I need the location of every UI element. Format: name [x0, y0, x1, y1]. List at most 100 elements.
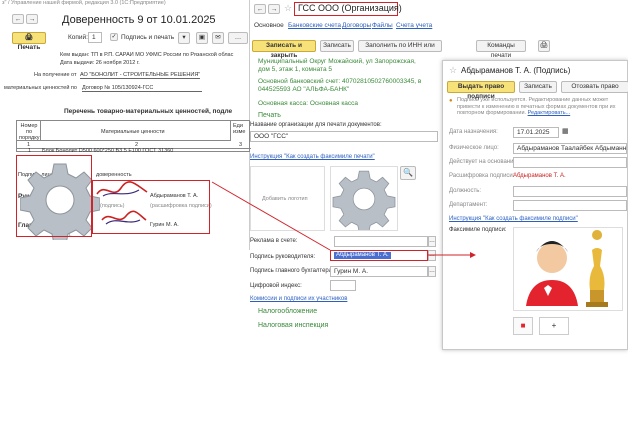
save-icon[interactable]: ▣ — [196, 32, 208, 44]
dialog-title: Абдыраманов Т. А. (Подпись) — [461, 66, 571, 75]
signature-highlight-box-2 — [92, 180, 210, 234]
doc-title: Доверенность 9 от 10.01.2025 — [62, 14, 216, 26]
cash-line[interactable]: Основная касса: Основная касса — [258, 100, 358, 107]
dialog-star-icon[interactable]: ☆ — [449, 65, 457, 76]
thumb-add-button[interactable]: + — [539, 317, 569, 335]
chief-sign-input[interactable]: Гурин М. А. — [330, 266, 428, 277]
decode-label: Расшифровка подписи: — [449, 173, 515, 179]
revoke-signature-button[interactable]: Отозвать право подпи — [561, 81, 628, 93]
org-name-label: Название организации для печати документ… — [250, 122, 382, 128]
col-header-items: Материальные ценности — [101, 129, 165, 135]
calendar-icon[interactable]: ▦ — [562, 127, 569, 135]
warning-text: Подпись уже используется. Редактирование… — [457, 97, 616, 116]
warning-icon: ● — [449, 98, 453, 104]
save-button[interactable]: Записать — [320, 40, 354, 52]
tab-contracts[interactable]: Договоры — [342, 22, 371, 29]
row1-text: Блок Бонолит D500 600*250 В3.5 F100 ГОСТ… — [42, 148, 174, 154]
left-window: з" / Управление нашей фирмой, редакция 3… — [0, 0, 251, 250]
thumb-selected[interactable]: ■ — [513, 317, 533, 335]
decode-value[interactable]: Абдыраманов Т. А. — [513, 173, 566, 179]
stamp-gear-icon — [332, 170, 396, 230]
edit-link[interactable]: Редактировать... — [528, 110, 571, 116]
middle-window: ← → ☆ ГСС ООО (Организация) Основное Бан… — [250, 0, 442, 434]
tab-files[interactable]: Файлы — [372, 22, 393, 29]
sign-checkbox[interactable]: ✓ — [110, 33, 118, 41]
logo-upload-hint: Добавить логотип — [262, 196, 308, 202]
print-commands-button[interactable]: Команды печати — [476, 40, 526, 59]
address-line-1[interactable]: Муниципальный Округ Можайский, ул Запоро… — [258, 58, 416, 65]
row1-num: 1 — [28, 148, 32, 154]
chief-sign-label: Подпись главного бухгалтера: — [250, 268, 334, 274]
tax-section[interactable]: Налогообложение — [258, 308, 317, 315]
mat-value: Договор № 105/130924-ГСС — [82, 85, 202, 92]
chief-sign-select[interactable]: … — [428, 266, 436, 277]
copies-input[interactable]: 1 — [88, 32, 102, 43]
forward-button[interactable]: → — [26, 14, 38, 24]
address-line-2: дом 5, этаж 1, комната 5 — [258, 66, 332, 73]
mw-back-button[interactable]: ← — [254, 4, 266, 14]
org-name-input[interactable]: ООО "ГСС" — [250, 131, 438, 142]
stamp-zoom-button[interactable]: 🔍 — [400, 166, 416, 180]
left-titlebar: з" / Управление нашей фирмой, редакция 3… — [2, 0, 166, 6]
cert-label: доверенность — [96, 172, 132, 178]
date-line: Дата выдачи: 26 ноября 2012 г. — [60, 60, 140, 66]
basis-label: Действует на основании: — [449, 159, 519, 165]
mat-label: материальных ценностей по — [4, 85, 77, 91]
signature-highlight-box — [16, 155, 92, 237]
bank-line-2: 044525593 АО "АЛЬФА-БАНК" — [258, 86, 350, 93]
head-sign-select[interactable]: … — [428, 250, 436, 261]
back-button[interactable]: ← — [12, 14, 24, 24]
print-section[interactable]: Печать — [258, 112, 281, 119]
basis-input[interactable] — [513, 157, 627, 168]
ad-label: Реклама в счете: — [250, 238, 298, 244]
user-award-icon — [526, 230, 608, 307]
person-input[interactable]: Абдыраманов Таалайбек Абдыманнович — [513, 143, 627, 154]
save-close-button[interactable]: Записать и закрыть — [252, 40, 316, 59]
receive-label: На получение от — [34, 72, 77, 78]
fax-instruction-link[interactable]: Инструкция "Как создать факсимиле печати… — [250, 154, 375, 160]
mail-icon[interactable]: ✉ — [212, 32, 224, 44]
person-label: Физическое лицо: — [449, 145, 499, 151]
date-label: Дата назначения: — [449, 129, 498, 135]
printer-icon: 🖨 — [24, 34, 34, 41]
signature-dialog: ☆ Абдыраманов Т. А. (Подпись) Выдать пра… — [442, 60, 628, 350]
tab-bank-accounts[interactable]: Банковские счета — [288, 22, 341, 29]
org-title: ГСС ООО (Организация) — [298, 3, 402, 13]
inspection-section[interactable]: Налоговая инспекция — [258, 322, 328, 329]
print-label: Печать — [17, 44, 41, 51]
commissions-link[interactable]: Комиссии и подписи их участников — [250, 296, 347, 302]
tab-main[interactable]: Основное — [254, 22, 284, 29]
fax-signature-link[interactable]: Инструкция "Как создать факсимиле подпис… — [449, 216, 578, 222]
fill-inn-button[interactable]: Заполнить по ИНН или наименованию — [358, 40, 442, 52]
ad-select-button[interactable]: … — [428, 236, 436, 247]
mw-print-icon[interactable]: 🖨 — [538, 40, 550, 52]
head-sign-label: Подпись руководителя: — [250, 254, 316, 260]
more-button[interactable]: … — [228, 32, 248, 44]
date-input[interactable]: 17.01.2025 — [513, 127, 559, 138]
head-sign-value: Абдыраманов Т. А. — [334, 252, 391, 259]
issue-signature-button[interactable]: Выдать право подписи — [447, 81, 515, 100]
position-label: Должность: — [449, 188, 482, 194]
facsimile-label: Факсимиле подписи: — [449, 227, 507, 233]
col-header-num: Номер по порядку — [19, 123, 40, 141]
digital-label: Цифровой индекс: — [250, 283, 302, 289]
sign-label: Подпись и печать — [121, 34, 175, 41]
copies-label: Копий: — [68, 34, 88, 41]
position-input[interactable] — [513, 186, 627, 197]
print-button[interactable]: 🖨 Печать — [12, 32, 46, 51]
sign-settings-button[interactable]: ▾ — [178, 32, 190, 44]
bank-line-1[interactable]: Основной банковский счет: 40702810502760… — [258, 78, 421, 85]
mw-forward-button[interactable]: → — [268, 4, 280, 14]
dept-label: Департамент: — [449, 202, 488, 208]
facsimile-preview[interactable] — [513, 227, 623, 311]
receive-value: АО "БОНОЛИТ - СТРОИТЕЛЬНЫЕ РЕШЕНИЯ" — [80, 72, 201, 79]
dept-input[interactable] — [513, 200, 627, 211]
issued-line: Кем выдан: ТП в Р.П. САРАИ МО УФМС Росси… — [60, 52, 234, 58]
ad-input[interactable] — [334, 236, 428, 247]
list-title: Перечень товарно-материальных ценностей,… — [64, 108, 233, 115]
tab-accounts[interactable]: Счета учета — [396, 22, 432, 29]
dialog-save-button[interactable]: Записать — [519, 81, 557, 93]
col-header-unit: Еди изме — [233, 123, 246, 135]
digital-input[interactable] — [330, 280, 356, 291]
mw-star-icon[interactable]: ☆ — [284, 3, 292, 14]
